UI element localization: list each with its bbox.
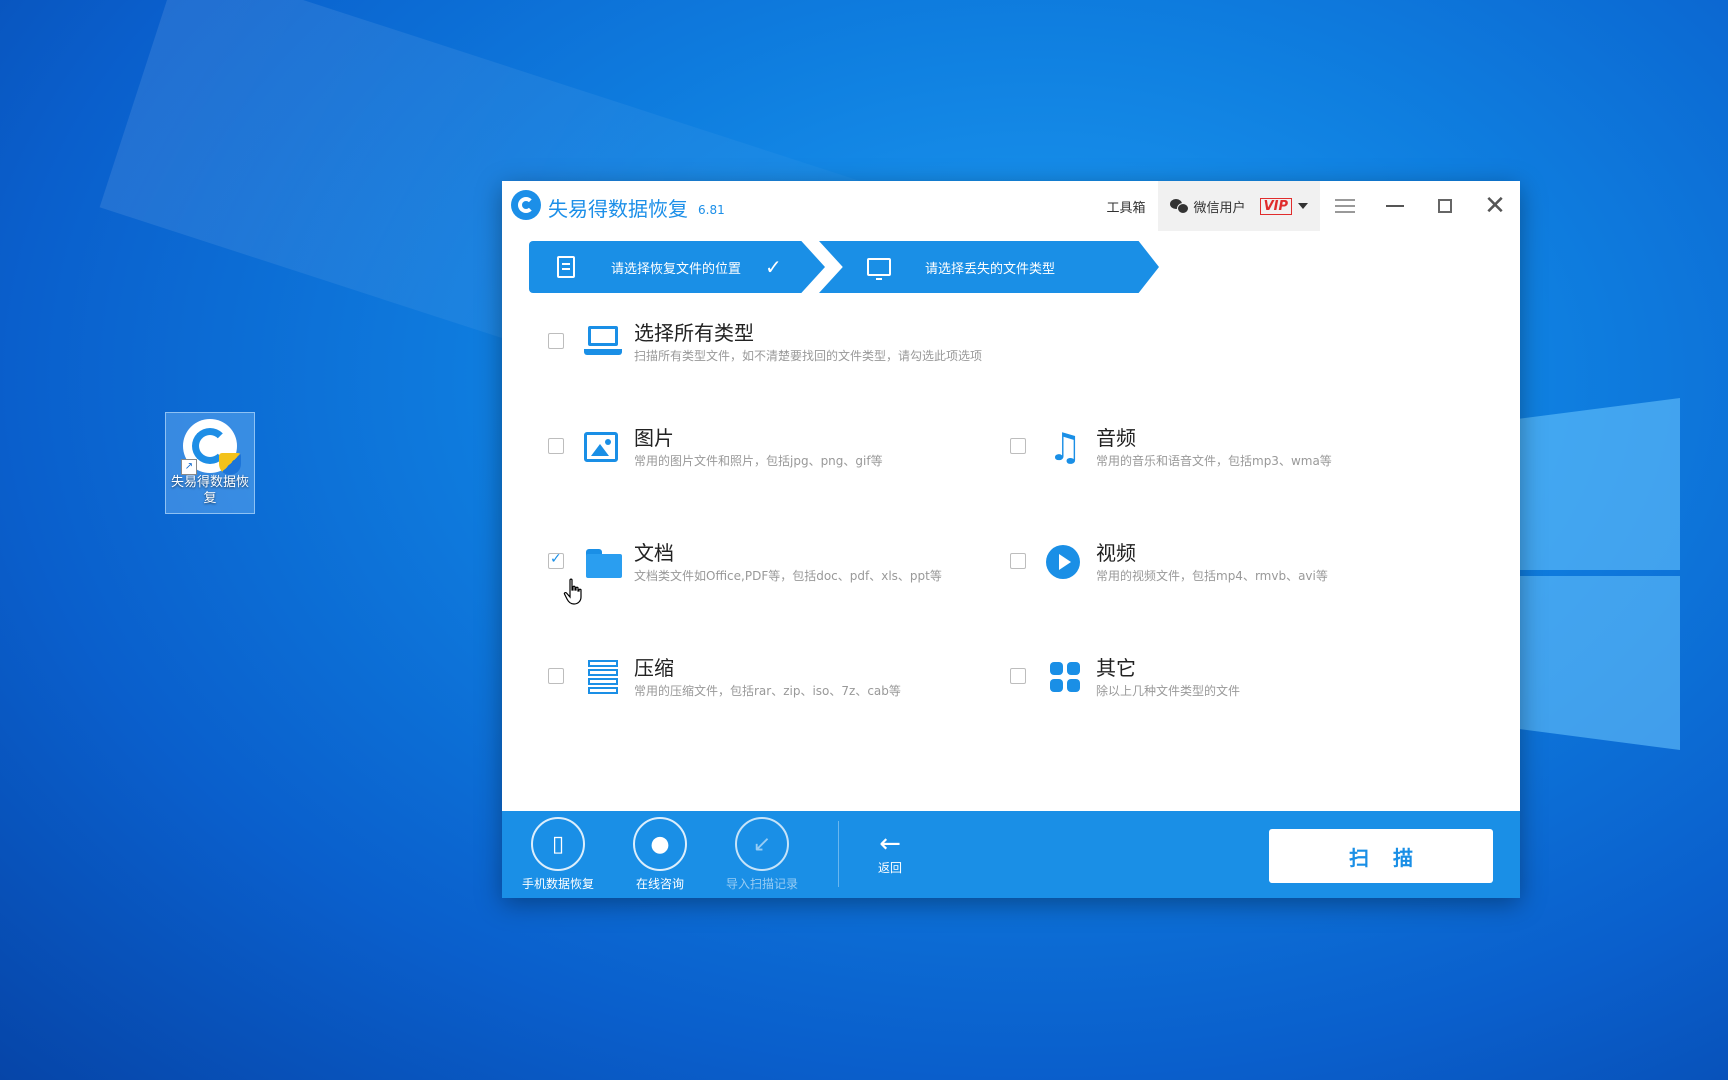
divider: [838, 821, 839, 887]
wizard-steps: 请选择恢复文件的位置 ✓ 请选择丢失的文件类型: [529, 241, 1169, 293]
title-bar[interactable]: 失易得数据恢复 6.81 工具箱 微信用户 VIP ✕: [502, 181, 1520, 231]
step-label: 请选择丢失的文件类型: [925, 261, 1056, 277]
app-logo-icon: ↗: [181, 419, 241, 475]
option-desc: 常用的音乐和语音文件，包括mp3、wma等: [1096, 454, 1332, 468]
step-label: 请选择恢复文件的位置: [611, 261, 742, 277]
option-title: 视频: [1096, 541, 1136, 565]
desktop-icon-label: 失易得数据恢复: [170, 475, 249, 506]
close-icon: ✕: [1484, 191, 1506, 221]
scan-button[interactable]: 扫描: [1269, 829, 1493, 883]
checkbox-archive[interactable]: [548, 668, 564, 684]
button-label: 返回: [877, 861, 902, 875]
close-button[interactable]: ✕: [1470, 181, 1520, 231]
hand-cursor-icon: [563, 578, 582, 605]
option-title: 图片: [634, 426, 674, 450]
bottom-bar: ▯ 手机数据恢复 ● 在线咨询 ↙ 导入扫描记录 ← 返回 扫描: [502, 811, 1520, 898]
chevron-down-icon: [1298, 203, 1308, 209]
play-icon: [1046, 545, 1080, 579]
option-title: 文档: [634, 541, 674, 565]
uac-shield-icon: [219, 453, 241, 475]
image-icon: [584, 432, 618, 462]
maximize-button[interactable]: [1420, 181, 1470, 231]
music-note-icon: ♫: [1047, 425, 1083, 469]
menu-button[interactable]: [1320, 181, 1370, 231]
option-title: 压缩: [634, 656, 674, 680]
grid-icon: [1046, 658, 1084, 696]
button-label: 导入扫描记录: [725, 877, 798, 891]
option-desc: 常用的图片文件和照片，包括jpg、png、gif等: [634, 454, 883, 468]
phone-icon: ▯: [531, 817, 585, 871]
minimize-button[interactable]: [1370, 181, 1420, 231]
checkbox-all-types[interactable]: [548, 333, 564, 349]
option-title: 音频: [1096, 426, 1136, 450]
checkbox-video[interactable]: [1010, 553, 1026, 569]
step-select-location[interactable]: 请选择恢复文件的位置 ✓: [529, 241, 825, 293]
option-title: 选择所有类型: [634, 321, 754, 345]
user-account-menu[interactable]: 微信用户 VIP: [1157, 181, 1320, 231]
toolbox-button[interactable]: 工具箱: [1095, 197, 1158, 216]
wechat-icon: [1169, 199, 1189, 214]
desktop-shortcut-app[interactable]: ↗ 失易得数据恢复: [165, 412, 255, 514]
shortcut-arrow-icon: ↗: [181, 459, 197, 475]
option-desc: 常用的视频文件，包括mp4、rmvb、avi等: [1096, 569, 1328, 583]
vip-badge: VIP: [1259, 197, 1292, 215]
checkbox-picture[interactable]: [548, 438, 564, 454]
phone-recovery-button[interactable]: ▯ 手机数据恢复: [508, 817, 608, 892]
windows-logo-wallpaper: [1520, 370, 1680, 750]
option-desc: 文档类文件如Office,PDF等，包括doc、pdf、xls、ppt等: [634, 569, 942, 583]
app-title: 失易得数据恢复: [548, 197, 688, 221]
back-button[interactable]: ← 返回: [854, 829, 926, 876]
app-window: 失易得数据恢复 6.81 工具箱 微信用户 VIP ✕ 请选择恢复文件的位置 ✓…: [502, 181, 1520, 898]
arrow-left-icon: ←: [879, 829, 901, 859]
import-icon: ↙: [735, 817, 789, 871]
laptop-icon: [584, 323, 622, 361]
button-label: 在线咨询: [635, 877, 684, 891]
monitor-icon: [867, 258, 891, 280]
archive-icon: [584, 658, 622, 696]
maximize-icon: [1438, 199, 1452, 213]
checkbox-audio[interactable]: [1010, 438, 1026, 454]
step-select-type: 请选择丢失的文件类型: [819, 241, 1159, 293]
checkbox-document[interactable]: [548, 551, 564, 569]
checkbox-other[interactable]: [1010, 668, 1026, 684]
app-logo-icon: [511, 190, 541, 220]
minimize-icon: [1386, 205, 1404, 207]
option-title: 其它: [1096, 656, 1136, 680]
checkmark-icon: ✓: [765, 255, 782, 279]
user-icon: ●: [633, 817, 687, 871]
button-label: 手机数据恢复: [521, 877, 594, 891]
online-consult-button[interactable]: ● 在线咨询: [610, 817, 710, 892]
option-desc: 常用的压缩文件，包括rar、zip、iso、7z、cab等: [634, 684, 901, 698]
option-desc: 除以上几种文件类型的文件: [1096, 684, 1241, 698]
option-desc: 扫描所有类型文件，如不清楚要找回的文件类型，请勾选此项选项: [634, 349, 983, 363]
folder-icon: [584, 543, 622, 581]
import-scan-record-button[interactable]: ↙ 导入扫描记录: [712, 817, 812, 892]
hamburger-icon: [1335, 199, 1355, 213]
user-label: 微信用户: [1193, 200, 1246, 216]
app-version: 6.81: [698, 203, 725, 217]
document-icon: [557, 256, 575, 278]
